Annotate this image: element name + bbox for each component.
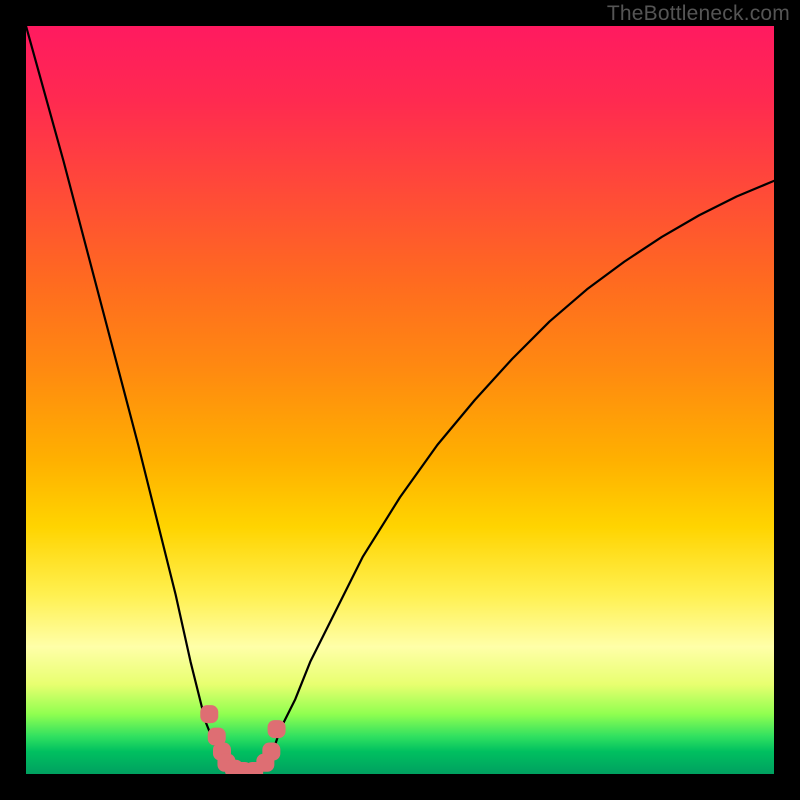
curve-markers — [200, 705, 285, 774]
chart-frame — [26, 26, 774, 774]
bottleneck-curve — [26, 26, 774, 774]
curve-marker — [262, 743, 280, 761]
curve-marker — [200, 705, 218, 723]
bottleneck-curve-chart — [26, 26, 774, 774]
curve-marker — [268, 720, 286, 738]
watermark-text: TheBottleneck.com — [607, 2, 790, 26]
